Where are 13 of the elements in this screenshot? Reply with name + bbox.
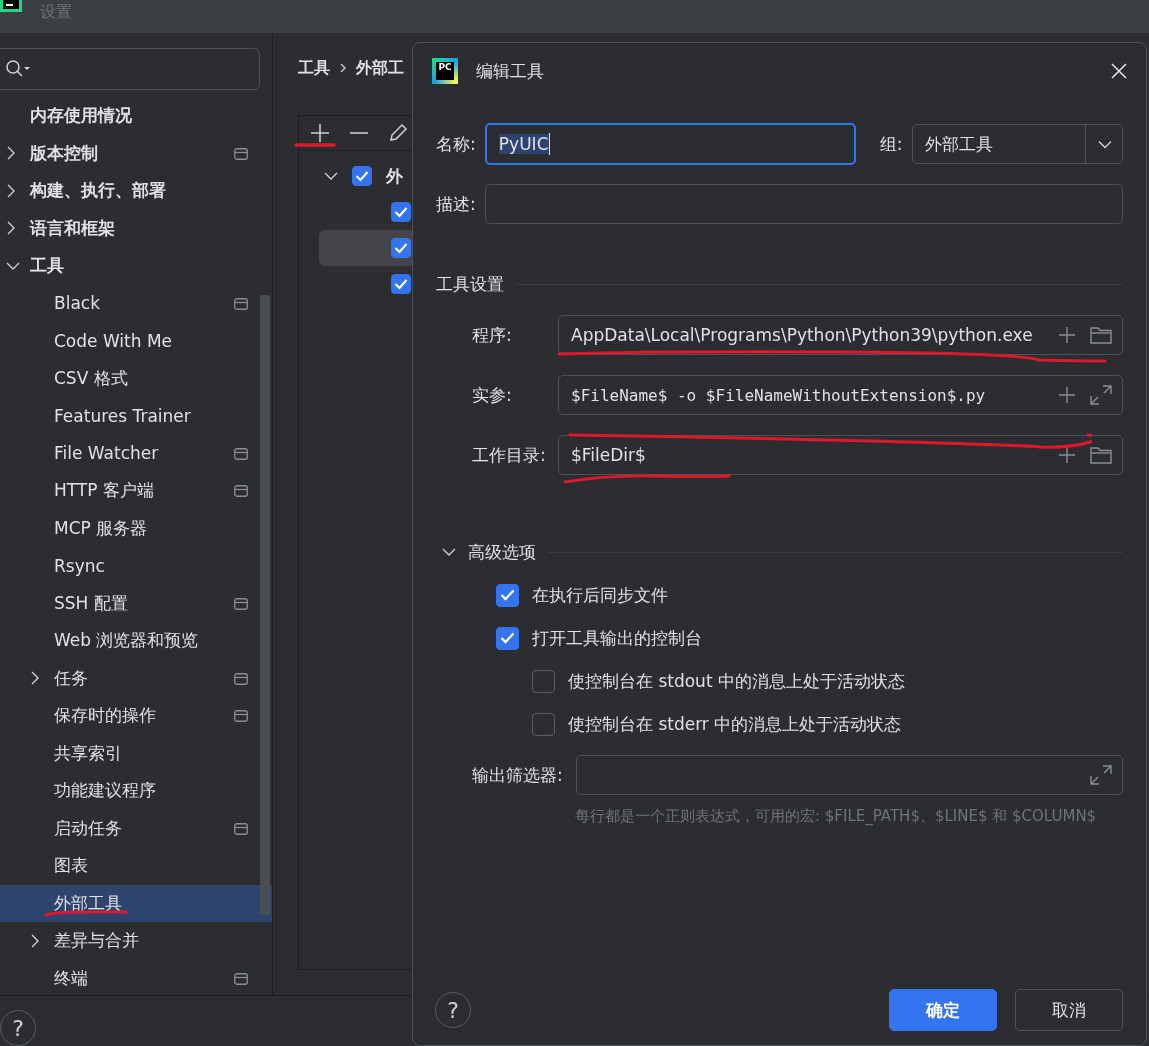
field-label: 工作目录: — [472, 443, 547, 467]
field-label: 描述: — [436, 192, 477, 216]
tree-item-label: 外 — [386, 164, 403, 188]
field-label: 实参: — [472, 383, 513, 407]
field-label: 组: — [879, 132, 903, 156]
section-title: 高级选项 — [468, 540, 536, 564]
dialog-title: 编辑工具 — [476, 59, 545, 83]
field-label: 输出筛选器: — [472, 763, 564, 787]
section-title: 工具设置 — [436, 272, 504, 296]
app-logo: PC — [432, 58, 458, 84]
field-label: 程序: — [472, 323, 513, 347]
hint-text: 每行都是一个正则表达式，可用的宏: $FILE_PATH$、$LINE$ 和 $COLUMN$ — [574, 807, 1098, 826]
field-label: 名称: — [436, 132, 477, 156]
